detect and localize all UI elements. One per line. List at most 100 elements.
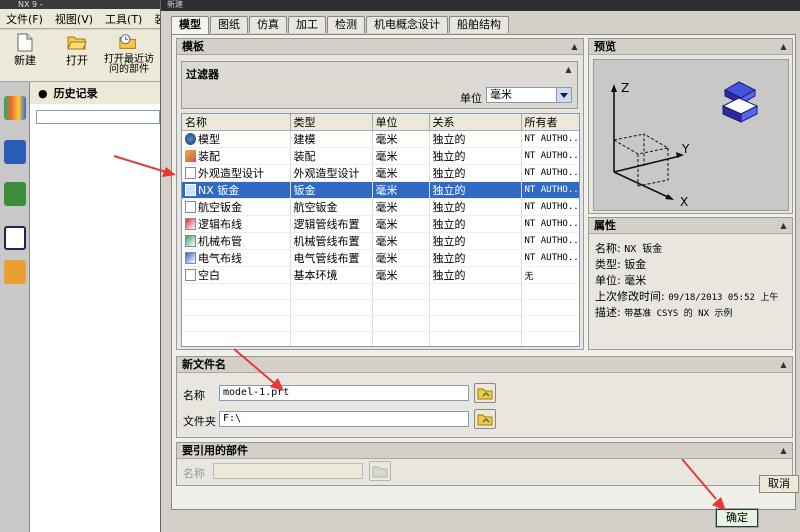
table-row[interactable]: 航空钣金 航空钣金 毫米 独立的 NT AUTHO... [182,198,579,216]
row-type: 装配 [290,147,373,165]
row-owner: NT AUTHO... [521,147,579,165]
new-file-name-header: 新文件名 ▲ [177,357,792,373]
history-scroll-bar[interactable] [36,110,160,124]
open-recent-label: 打开最近访问的部件 [104,54,154,75]
history-header: ● 历史记录 [30,82,160,104]
property-label: 类型: [595,258,621,271]
open-recent-button[interactable]: 打开最近访问的部件 [100,32,158,75]
table-row[interactable]: 逻辑布线 逻辑管线布置 毫米 独立的 NT AUTHO... [182,215,579,233]
collapse-icon[interactable]: ▲ [569,41,580,52]
column-header-relation[interactable]: 关系 [429,114,522,131]
row-type: 钣金 [290,181,373,199]
column-header-unit[interactable]: 单位 [372,114,430,131]
table-row[interactable]: 空白 基本环境 毫米 独立的 无 [182,266,579,284]
properties-panel: 属性 ▲ 名称: NX 钣金 类型: 钣金 单位: 毫米 上次修改时间: 09/… [588,217,793,350]
referenced-part-header: 要引用的部件 ▲ [177,443,792,459]
collapse-icon[interactable]: ▲ [778,445,789,456]
row-name: 外观造型设计 [198,167,264,180]
filter-title: 过滤器 [186,68,219,81]
tab-manufacturing[interactable]: 加工 [288,16,326,33]
table-row[interactable]: 电气布线 电气管线布置 毫米 独立的 NT AUTHO... [182,249,579,267]
ok-button[interactable]: 确定 [715,508,759,528]
constraint-navigator-icon[interactable] [4,140,26,164]
property-value: NX 钣金 [624,244,663,255]
table-row[interactable]: 外观造型设计 外观造型设计 毫米 独立的 NT AUTHO... [182,164,579,182]
name-field[interactable]: model-1.prt [219,385,469,401]
property-value: 09/18/2013 05:52 上午 [668,293,779,303]
resource-bar [0,82,30,532]
browse-name-button[interactable] [474,383,496,403]
collapse-icon[interactable]: ▲ [778,359,789,370]
row-relation: 独立的 [429,130,522,148]
tab-drawing[interactable]: 图纸 [210,16,248,33]
menu-file[interactable]: 文件(F) [0,11,49,27]
row-unit: 毫米 [372,232,430,250]
table-row[interactable]: 模型 建模 毫米 独立的 NT AUTHO... [182,130,579,148]
empty-row [182,331,579,346]
row-type: 外观造型设计 [290,164,373,182]
column-header-owner[interactable]: 所有者 [521,114,579,131]
column-header-name[interactable]: 名称 [182,114,291,131]
logical-routing-icon [185,218,196,230]
property-label: 名称: [595,242,621,255]
table-row[interactable]: 机械布管 机械管线布置 毫米 独立的 NT AUTHO... [182,232,579,250]
row-unit: 毫米 [372,198,430,216]
tab-mechatronics[interactable]: 机电概念设计 [366,16,448,33]
assembly-navigator-icon[interactable] [4,96,26,120]
nx-title-bar: NX 9 - [0,0,160,9]
part-navigator-icon[interactable] [4,182,26,206]
tab-inspection[interactable]: 检测 [327,16,365,33]
row-owner: NT AUTHO... [521,249,579,267]
row-relation: 独立的 [429,198,522,216]
row-type: 建模 [290,130,373,148]
browse-folder-button[interactable] [474,409,496,429]
sheet-metal-icon [185,184,196,196]
property-modified: 上次修改时间: 09/18/2013 05:52 上午 [595,288,778,304]
preview-panel: 预览 ▲ Z X Y [588,38,793,214]
referenced-part-title: 要引用的部件 [182,444,248,457]
template-table[interactable]: 名称 类型 单位 关系 所有者 模型 建模 毫米 独立的 NT AUTHO...… [181,113,580,347]
preview-header: 预览 ▲ [589,39,792,55]
row-name: 模型 [198,133,220,146]
dialog-title: 新建 [167,0,183,9]
row-type: 机械管线布置 [290,232,373,250]
tab-ship-structure[interactable]: 船舶结构 [449,16,509,33]
table-row[interactable]: 装配 装配 毫米 独立的 NT AUTHO... [182,147,579,165]
shape-studio-icon [185,167,196,179]
filter-collapse-icon[interactable]: ▲ [563,64,574,75]
table-row-selected[interactable]: NX 钣金 钣金 毫米 独立的 NT AUTHO... [182,181,579,199]
new-button[interactable]: 新建 [8,32,42,66]
tab-simulation[interactable]: 仿真 [249,16,287,33]
row-type: 基本环境 [290,266,373,284]
property-value: 钣金 [624,258,647,271]
row-relation: 独立的 [429,215,522,233]
ref-browse-button [369,461,391,481]
table-header-row: 名称 类型 单位 关系 所有者 [182,114,579,131]
unit-select[interactable]: 毫米 [486,87,572,103]
templates-panel: 模板 ▲ 过滤器 ▲ 单位 毫米 名称 类型 单位 关系 所有者 模型 建模 毫… [176,38,584,350]
roles-icon[interactable] [4,260,26,284]
collapse-icon[interactable]: ▲ [778,41,789,52]
open-button[interactable]: 打开 [60,32,94,66]
collapse-icon[interactable]: ▲ [778,220,789,231]
row-unit: 毫米 [372,147,430,165]
properties-header: 属性 ▲ [589,218,792,234]
menu-view[interactable]: 视图(V) [49,11,99,27]
menu-bar: 文件(F) 视图(V) 工具(T) 装配 [0,9,176,29]
history-clock-icon[interactable] [4,226,26,250]
cancel-button[interactable]: 取消 [759,475,799,493]
row-relation: 独立的 [429,181,522,199]
open-folder-icon [372,466,388,477]
tab-model[interactable]: 模型 [171,16,209,34]
chevron-down-icon[interactable] [556,88,571,102]
new-file-dialog: 新建 模型 图纸 仿真 加工 检测 机电概念设计 船舶结构 模板 ▲ 过滤器 ▲… [160,0,800,532]
row-name: 装配 [198,150,220,163]
column-header-type[interactable]: 类型 [290,114,373,131]
menu-tools[interactable]: 工具(T) [99,11,148,27]
row-owner: 无 [521,266,579,284]
property-value: 毫米 [624,274,647,287]
row-name: NX 钣金 [198,184,240,197]
pin-icon[interactable]: ● [38,87,48,100]
folder-field[interactable]: F:\ [219,411,469,427]
row-owner: NT AUTHO... [521,198,579,216]
